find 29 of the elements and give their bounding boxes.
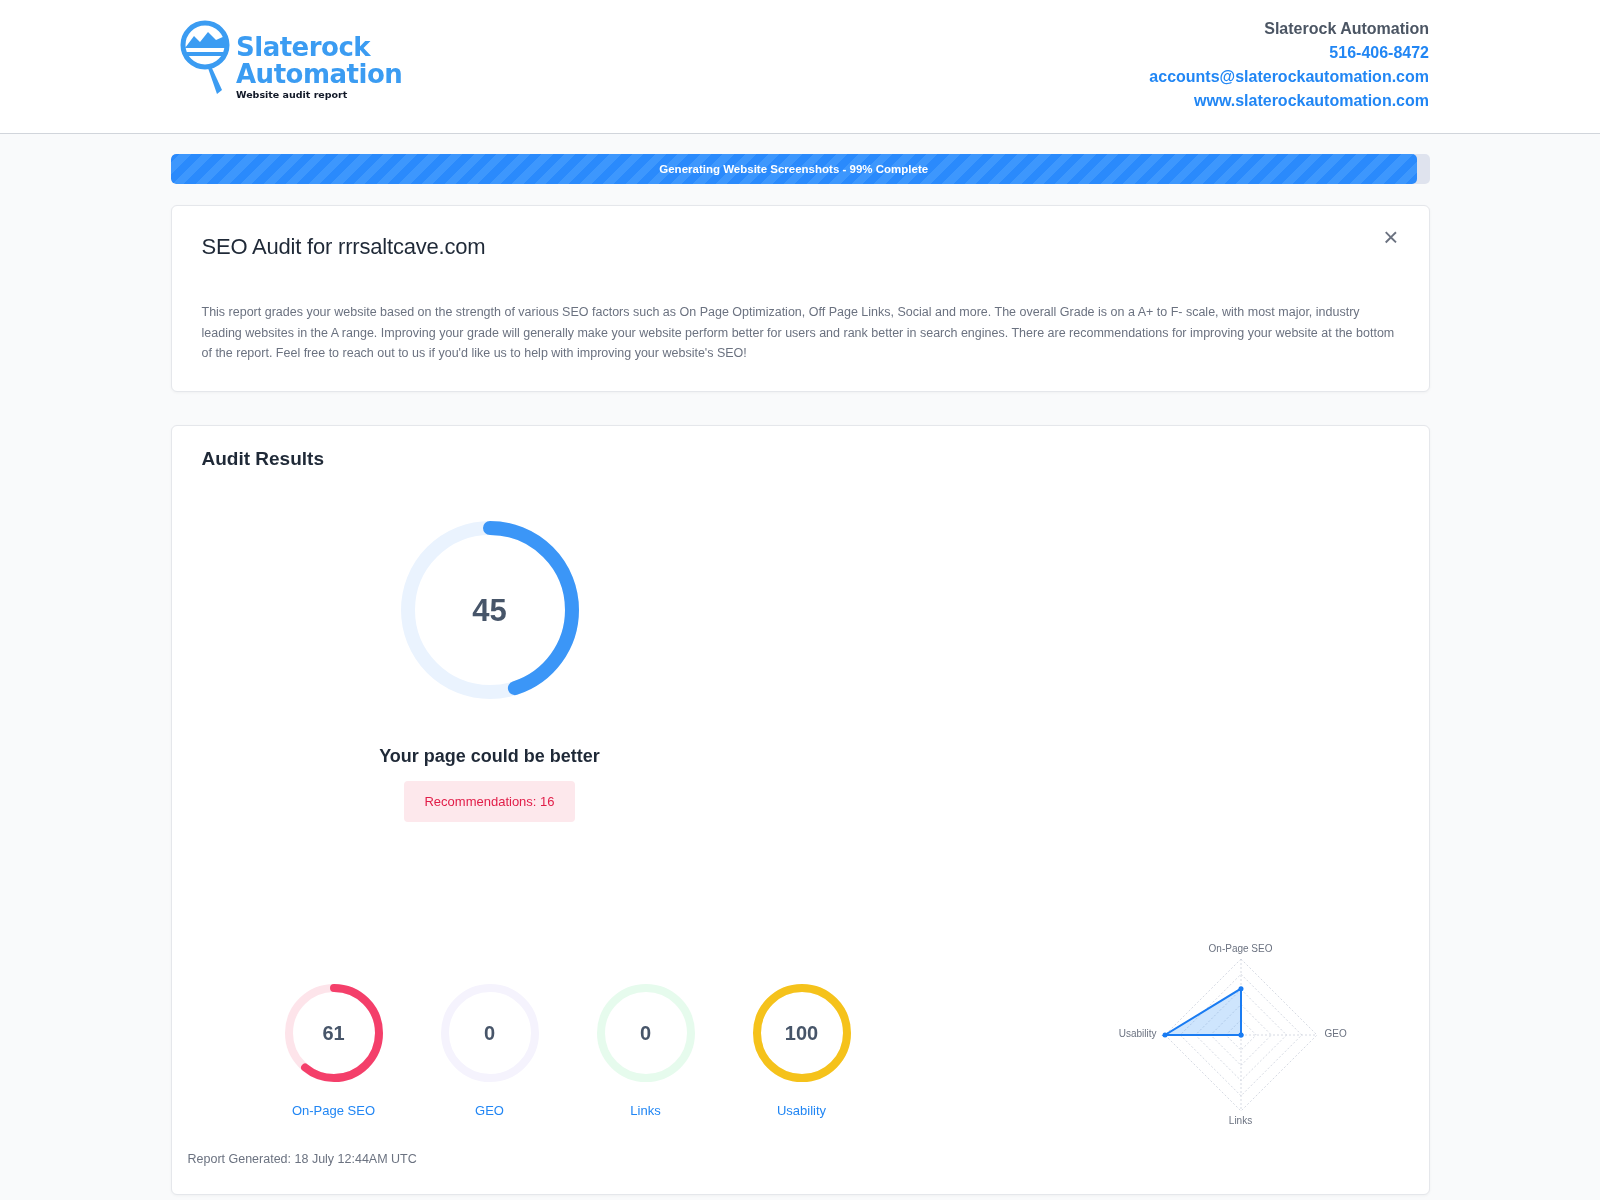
report-generated-text: Report Generated: 18 July 12:44AM UTC xyxy=(187,1151,418,1166)
category-score: 61 xyxy=(322,1022,345,1043)
logo-title: Slaterock xyxy=(236,34,372,61)
progress-label: Generating Website Screenshots - 99% Complete xyxy=(659,163,929,175)
results-title: Audit Results xyxy=(201,447,325,470)
category-link[interactable]: GEO xyxy=(475,1102,504,1118)
category-score: 100 xyxy=(784,1022,819,1043)
intro-text: This report grades your website based on the strength of various SEO factors such as On Page Optimization, Off Page Links, Social and more. The overall Grade is on a A+ to F- scale, with most major, industry leading websites in the A range. Improving your grade will generally make your website perform better for users and rank better in search engines. There are recommendations for improving your website at the bottom of the report. Feel free to reach out to us if you'd like us to help with improving your website's SEO! xyxy=(201,304,1396,362)
email-link[interactable]: accounts@slaterockautomation.com xyxy=(1149,68,1429,86)
category-link[interactable]: Links xyxy=(630,1102,661,1118)
radar-axis-label: Usability xyxy=(1118,1027,1157,1039)
logo-title: Automation xyxy=(236,61,403,88)
radar-axis-label: GEO xyxy=(1324,1027,1347,1039)
phone-link[interactable]: 516-406-8472 xyxy=(1329,44,1429,62)
verdict-text: Your page could be better xyxy=(379,745,600,767)
category-score: 0 xyxy=(639,1022,652,1043)
score-value: 45 xyxy=(472,594,507,625)
audit-title: SEO Audit for rrrsaltcave.com xyxy=(201,234,486,260)
category-link[interactable]: On-Page SEO xyxy=(291,1102,376,1118)
radar-axis-label: On-Page SEO xyxy=(1208,942,1273,954)
close-button[interactable]: × xyxy=(1383,224,1399,250)
magnifier-logo-icon xyxy=(180,20,232,96)
website-link[interactable]: www.slaterockautomation.com xyxy=(1194,92,1429,110)
recommendations-badge: Recommendations: 16 xyxy=(404,780,575,822)
logo-tagline: Website audit report xyxy=(236,89,349,100)
company-name: Slaterock Automation xyxy=(1264,20,1429,38)
category-score: 0 xyxy=(483,1022,496,1043)
category-link[interactable]: Usability xyxy=(776,1102,827,1118)
radar-axis-label: Links xyxy=(1228,1114,1253,1126)
